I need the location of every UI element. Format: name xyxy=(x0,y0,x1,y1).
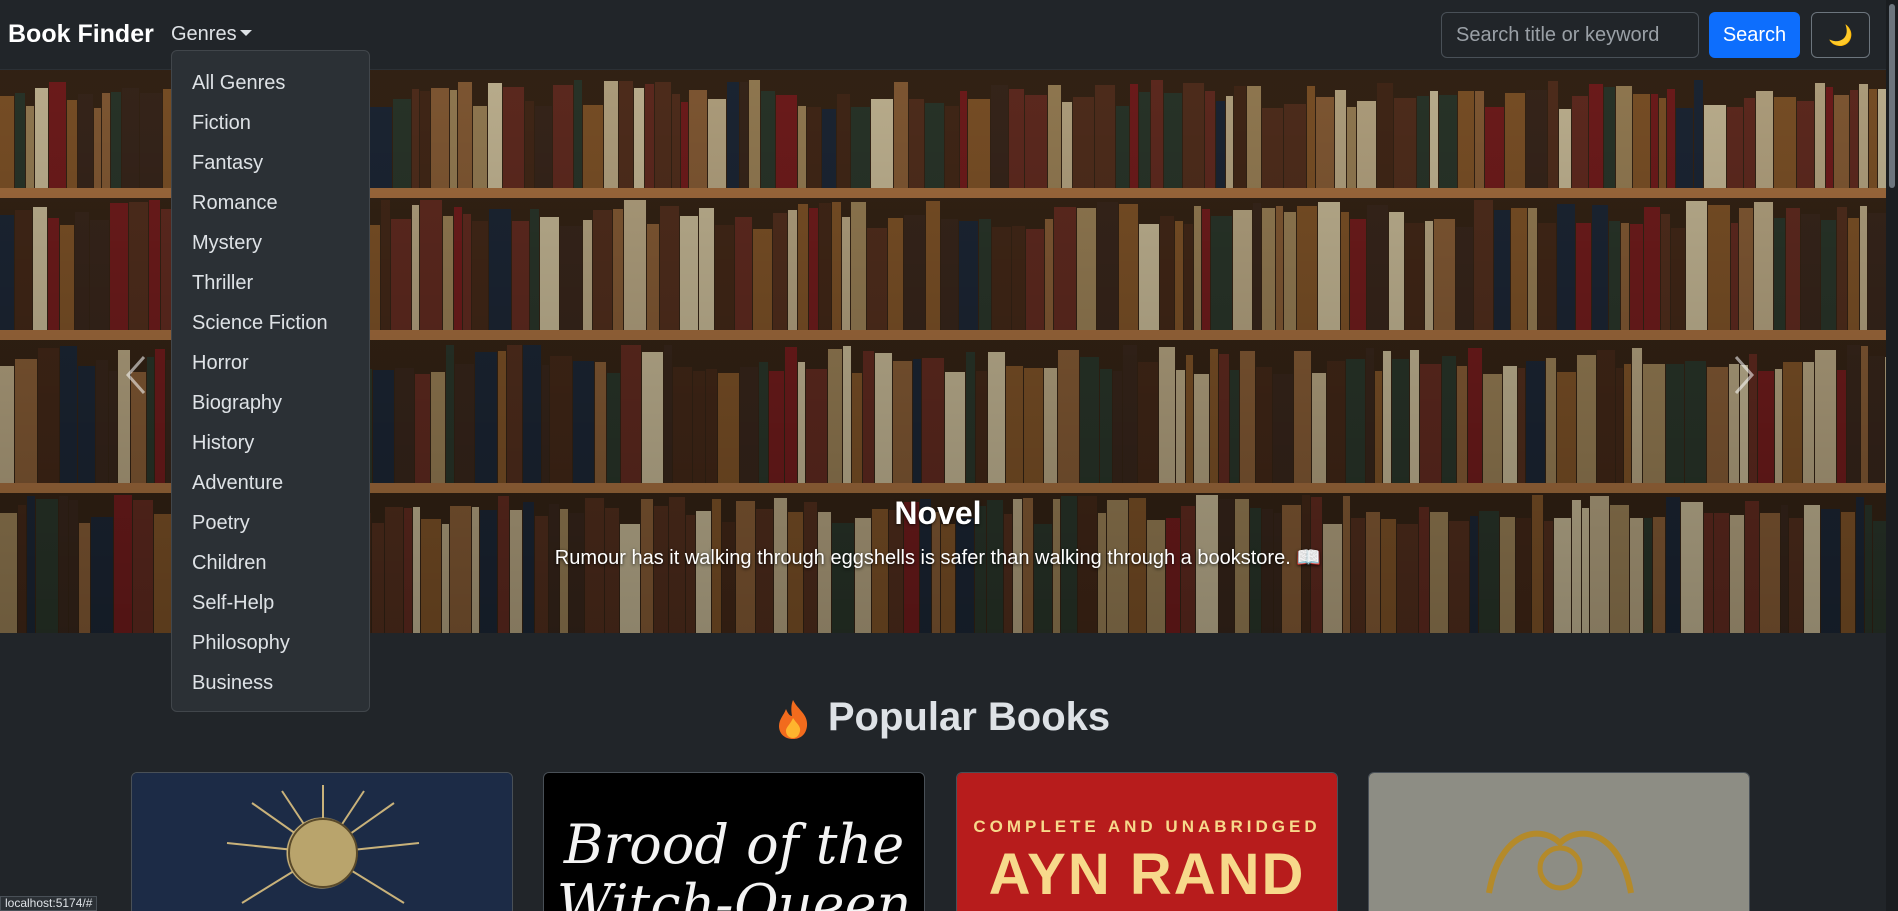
genre-item-romance[interactable]: Romance xyxy=(172,185,369,225)
genre-item-horror[interactable]: Horror xyxy=(172,345,369,385)
genre-item-fantasy[interactable]: Fantasy xyxy=(172,145,369,185)
book-cover xyxy=(1369,773,1749,911)
caret-down-icon xyxy=(239,30,252,37)
book-card[interactable] xyxy=(1368,772,1750,911)
sun-emblem-icon xyxy=(226,785,420,904)
flame-icon xyxy=(778,700,807,740)
genres-label: Genres xyxy=(171,23,237,45)
book-cover-author: AYN RAND xyxy=(988,842,1306,907)
genre-item-history[interactable]: History xyxy=(172,425,369,465)
genre-item-mystery[interactable]: Mystery xyxy=(172,225,369,265)
genre-item-thriller[interactable]: Thriller xyxy=(172,265,369,305)
book-card[interactable]: COMPLETE AND UNABRIDGED AYN RAND xyxy=(956,772,1338,911)
popular-books-title: Popular Books xyxy=(827,695,1111,739)
genre-item-children[interactable]: Children xyxy=(172,545,369,585)
theme-toggle-button[interactable]: 🌙 xyxy=(1811,12,1870,58)
genre-item-business[interactable]: Business xyxy=(172,665,369,705)
page-scrollbar[interactable] xyxy=(1886,0,1898,911)
book-cover xyxy=(132,773,512,911)
search-input[interactable] xyxy=(1441,12,1699,58)
genre-item-adventure[interactable]: Adventure xyxy=(172,465,369,505)
genre-item-biography[interactable]: Biography xyxy=(172,385,369,425)
brand-logo[interactable]: Book Finder xyxy=(8,20,154,49)
genres-dropdown-menu: All Genres Fiction Fantasy Romance Myste… xyxy=(171,50,370,712)
carousel-prev-button[interactable] xyxy=(106,330,166,420)
carousel-next-button[interactable] xyxy=(1714,330,1774,420)
moon-icon: 🌙 xyxy=(1828,24,1853,47)
book-cover-title: Brood of the Witch-Queen xyxy=(556,813,912,911)
page: { "navbar": { "brand": "Book Finder", "g… xyxy=(0,0,1898,911)
book-cover-banner: COMPLETE AND UNABRIDGED xyxy=(973,817,1321,836)
genre-item-all-genres[interactable]: All Genres xyxy=(172,65,369,105)
genre-item-fiction[interactable]: Fiction xyxy=(172,105,369,145)
book-cover: COMPLETE AND UNABRIDGED AYN RAND xyxy=(957,773,1337,911)
genre-item-science-fiction[interactable]: Science Fiction xyxy=(172,305,369,345)
genre-item-poetry[interactable]: Poetry xyxy=(172,505,369,545)
genres-dropdown-toggle[interactable]: Genres xyxy=(171,23,252,46)
scrollbar-thumb[interactable] xyxy=(1889,4,1895,188)
genre-item-philosophy[interactable]: Philosophy xyxy=(172,625,369,665)
chevron-right-icon xyxy=(1734,356,1755,394)
book-cover: Brood of the Witch-Queen xyxy=(544,773,924,911)
ornament-icon xyxy=(1486,830,1634,894)
book-card[interactable]: Brood of the Witch-Queen xyxy=(543,772,925,911)
browser-status-url: localhost:5174/# xyxy=(0,896,98,911)
book-card[interactable] xyxy=(131,772,513,911)
chevron-left-icon xyxy=(125,356,146,394)
genre-item-self-help[interactable]: Self-Help xyxy=(172,585,369,625)
search-button[interactable]: Search xyxy=(1709,12,1800,58)
